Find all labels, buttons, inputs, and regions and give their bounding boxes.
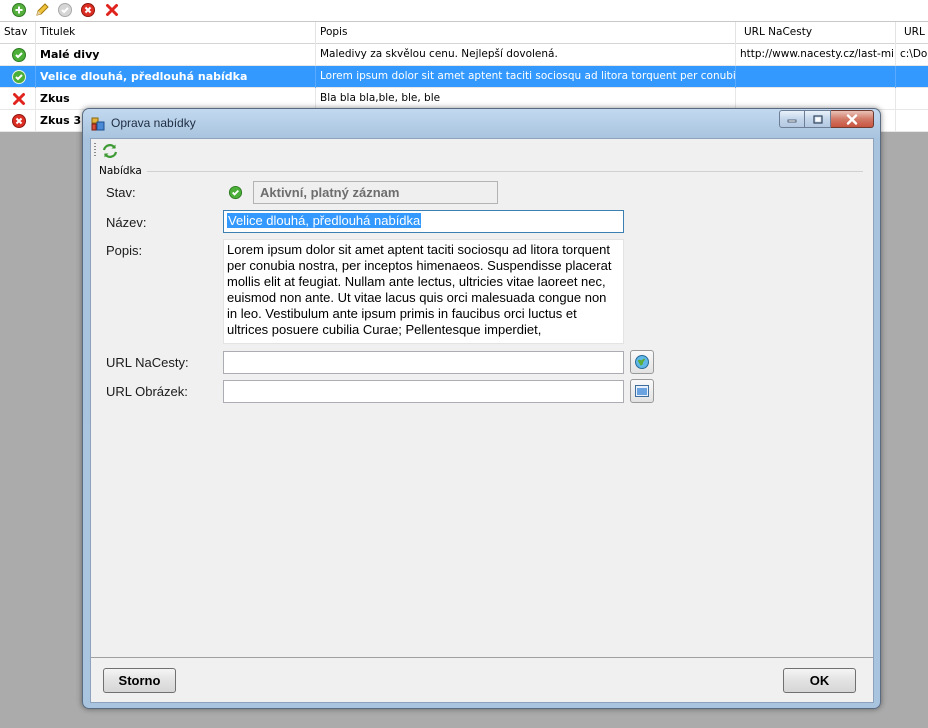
table-row[interactable]: Malé divy Maledivy za skvělou cenu. Nejl… <box>0 44 928 66</box>
label-url-nacesty: URL NaCesty: <box>106 355 189 370</box>
row-url2 <box>896 110 928 132</box>
maximize-button[interactable] <box>805 110 831 128</box>
close-button[interactable] <box>831 110 874 128</box>
delete-circle-icon[interactable] <box>80 2 96 18</box>
group-divider <box>147 171 863 172</box>
row-title: Zkus <box>36 88 316 110</box>
status-field: Aktivní, platný záznam <box>253 181 498 204</box>
row-title: Malé divy <box>36 44 316 66</box>
group-label: Nabídka <box>99 165 144 177</box>
row-url <box>736 88 896 110</box>
open-url-button[interactable] <box>630 350 654 374</box>
col-header-url[interactable]: URL <box>896 22 928 44</box>
pencil-icon[interactable] <box>34 2 50 18</box>
status-ok-icon <box>12 48 26 62</box>
popis-textarea[interactable]: Lorem ipsum dolor sit amet aptent taciti… <box>223 239 624 344</box>
window-app-icon[interactable] <box>91 117 105 131</box>
row-url2: c:\Do <box>896 44 928 66</box>
row-title: Velice dlouhá, předlouhá nabídka <box>36 66 316 88</box>
caption-buttons <box>779 110 874 129</box>
dialog-title: Oprava nabídky <box>111 116 196 130</box>
row-url2 <box>896 66 928 88</box>
status-ok-icon <box>12 70 26 84</box>
open-image-button[interactable] <box>630 379 654 403</box>
nazev-value: Velice dlouhá, předlouhá nabídka <box>227 213 422 228</box>
row-popis: Bla bla bla,ble, ble, ble <box>316 88 736 110</box>
dialog-toolbar <box>91 139 873 162</box>
status-x-icon <box>13 93 25 105</box>
close-icon <box>846 113 858 125</box>
dialog-footer: Storno OK <box>91 657 873 702</box>
globe-icon <box>635 355 649 369</box>
status-ok-icon <box>228 185 243 200</box>
row-popis: Maledivy za skvělou cenu. Nejlepší dovol… <box>316 44 736 66</box>
url-obrazek-input[interactable] <box>223 380 624 403</box>
refresh-icon[interactable] <box>101 142 119 160</box>
label-url-obrazek: URL Obrázek: <box>106 384 188 399</box>
dialog-client: Nabídka Stav: Aktivní, platný záznam Náz… <box>90 138 874 703</box>
table-row-selected[interactable]: Velice dlouhá, předlouhá nabídka Lorem i… <box>0 66 928 88</box>
row-popis: Lorem ipsum dolor sit amet aptent taciti… <box>316 66 736 88</box>
status-error-icon <box>12 114 26 128</box>
row-url <box>736 66 896 88</box>
storno-button[interactable]: Storno <box>103 668 176 693</box>
add-icon[interactable] <box>11 2 27 18</box>
row-url: http://www.nacesty.cz/last-mi... <box>736 44 896 66</box>
main-toolbar <box>0 0 928 22</box>
ok-button[interactable]: OK <box>783 668 856 693</box>
edit-offer-dialog: Oprava nabídky Nabídka Stav: Aktivní, pl… <box>82 108 881 709</box>
grid-header: Stav Titulek Popis URL NaCesty URL <box>0 22 928 44</box>
col-header-url-nacesty[interactable]: URL NaCesty <box>736 22 896 44</box>
row-url2 <box>896 88 928 110</box>
label-nazev: Název: <box>106 215 147 230</box>
delete-x-icon[interactable] <box>104 2 120 18</box>
col-header-titulek[interactable]: Titulek <box>36 22 316 44</box>
table-row[interactable]: Zkus Bla bla bla,ble, ble, ble <box>0 88 928 110</box>
label-stav: Stav: <box>106 185 136 200</box>
col-header-popis[interactable]: Popis <box>316 22 736 44</box>
maximize-icon <box>812 114 823 124</box>
toolbar-grip[interactable] <box>94 143 96 158</box>
col-header-stav[interactable]: Stav <box>0 22 36 44</box>
nazev-input[interactable]: Velice dlouhá, předlouhá nabídka <box>223 210 624 233</box>
minimize-icon <box>787 119 797 123</box>
check-disabled-icon <box>57 2 73 18</box>
label-popis: Popis: <box>106 243 143 258</box>
image-icon <box>635 385 649 397</box>
minimize-button[interactable] <box>779 110 805 128</box>
url-nacesty-input[interactable] <box>223 351 624 374</box>
